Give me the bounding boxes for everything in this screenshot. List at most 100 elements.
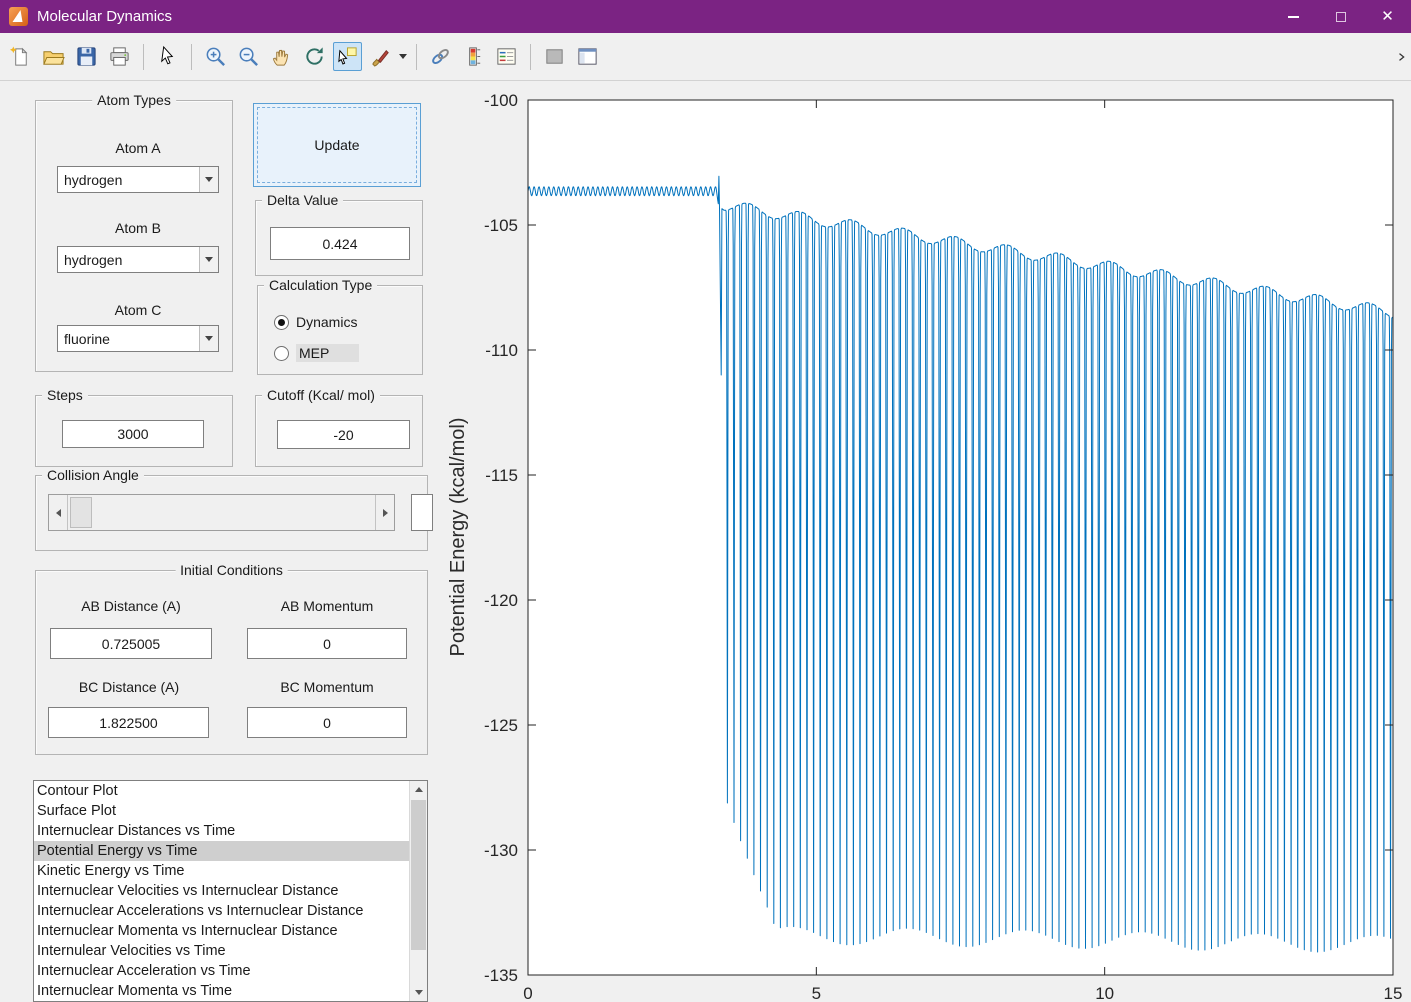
rotate-3d-button[interactable] xyxy=(300,42,329,71)
brush-dropdown-button[interactable] xyxy=(397,42,409,71)
list-item[interactable]: Internuclear Momenta vs Time xyxy=(34,981,427,1001)
list-item[interactable]: Surface Plot xyxy=(34,801,427,821)
bc-momentum-field[interactable]: 0 xyxy=(247,707,407,738)
figure-toolbar xyxy=(0,33,1411,81)
radio-button-icon xyxy=(274,314,289,330)
edit-cursor-icon xyxy=(161,45,174,65)
atom-b-value: hydrogen xyxy=(64,251,123,268)
toolbar-separator xyxy=(191,43,192,70)
insert-colorbar-button[interactable] xyxy=(459,42,488,71)
bc-distance-field[interactable]: 1.822500 xyxy=(48,707,209,738)
list-item[interactable]: Internuclear Momenta vs Internuclear Dis… xyxy=(34,921,427,941)
data-cursor-button[interactable] xyxy=(333,42,362,71)
ab-distance-label: AB Distance (A) xyxy=(81,598,181,614)
list-item[interactable]: Internulear Velocities vs Time xyxy=(34,941,427,961)
minimize-button[interactable] xyxy=(1270,0,1317,33)
edit-plot-button[interactable] xyxy=(153,42,182,71)
brush-icon xyxy=(372,50,389,67)
slider-right-arrow-button[interactable] xyxy=(375,495,394,530)
collision-angle-title: Collision Angle xyxy=(42,467,144,483)
save-figure-button[interactable] xyxy=(72,42,101,71)
new-figure-button[interactable] xyxy=(6,42,35,71)
list-item[interactable]: Kinetic Energy vs Time xyxy=(34,861,427,881)
delta-value-title: Delta Value xyxy=(262,192,344,208)
ab-momentum-label: AB Momentum xyxy=(280,598,374,614)
print-figure-button[interactable] xyxy=(105,42,134,71)
zoom-in-button[interactable] xyxy=(201,42,230,71)
atom-c-dropdown-button[interactable] xyxy=(199,326,218,351)
zoom-in-icon xyxy=(206,47,225,66)
cutoff-field[interactable]: -20 xyxy=(277,420,410,449)
radio-mep[interactable]: MEP xyxy=(274,344,360,362)
slider-left-arrow-button[interactable] xyxy=(49,495,68,530)
hide-plot-tools-icon xyxy=(546,49,563,64)
plot-type-listbox[interactable]: Contour Plot Surface Plot Internuclear D… xyxy=(33,780,428,1002)
y-tick-label: -100 xyxy=(484,91,518,110)
list-item[interactable]: Internuclear Velocities vs Internuclear … xyxy=(34,881,427,901)
maximize-button[interactable] xyxy=(1317,0,1364,33)
radio-button-icon xyxy=(274,345,289,361)
zoom-out-button[interactable] xyxy=(234,42,263,71)
atom-c-dropdown[interactable]: fluorine xyxy=(57,325,219,352)
scroll-down-button[interactable] xyxy=(410,984,427,1001)
steps-field[interactable]: 3000 xyxy=(62,420,204,448)
show-plot-tools-button[interactable] xyxy=(573,42,602,71)
y-tick-label: -120 xyxy=(484,591,518,610)
scroll-up-button[interactable] xyxy=(410,781,427,798)
link-plot-button[interactable] xyxy=(426,42,455,71)
atom-a-dropdown[interactable]: hydrogen xyxy=(57,166,219,193)
brush-data-button[interactable] xyxy=(366,42,395,71)
toolbar-separator xyxy=(530,43,531,70)
toolbar-separator xyxy=(416,43,417,70)
scrollbar-thumb[interactable] xyxy=(411,800,426,950)
ab-momentum-field[interactable]: 0 xyxy=(247,628,407,659)
atom-a-dropdown-button[interactable] xyxy=(199,167,218,192)
plot-canvas[interactable]: Potential Energy (kcal/mol) 0 5 10 15 -135 -1… xyxy=(440,85,1411,1002)
radio-dynamics-label: Dynamics xyxy=(296,314,358,330)
ab-distance-field[interactable]: 0.725005 xyxy=(50,628,212,659)
hide-plot-tools-button[interactable] xyxy=(540,42,569,71)
molecular-dynamics-window: { "window": { "title": "Molecular Dynami… xyxy=(0,0,1411,1002)
toolbar-overflow-button[interactable] xyxy=(1395,42,1409,71)
atom-b-dropdown-button[interactable] xyxy=(199,247,218,272)
slider-thumb[interactable] xyxy=(70,497,92,528)
list-item[interactable]: Internuclear Distances vs Time xyxy=(34,821,427,841)
arrow-down-icon xyxy=(415,990,423,995)
titlebar[interactable]: Molecular Dynamics ✕ xyxy=(0,0,1411,33)
delta-value-field[interactable]: 0.424 xyxy=(270,227,410,260)
y-tick-label: -105 xyxy=(484,216,518,235)
bc-distance-label: BC Distance (A) xyxy=(78,679,180,695)
window-title: Molecular Dynamics xyxy=(37,8,173,25)
toolbar-overflow-chevron-icon xyxy=(1399,52,1405,61)
slider-track[interactable] xyxy=(68,495,375,530)
list-item[interactable]: Internuclear Acceleration vs Time xyxy=(34,961,427,981)
x-tick-label: 5 xyxy=(812,984,821,1002)
collision-angle-field[interactable] xyxy=(411,494,433,531)
atom-b-dropdown[interactable]: hydrogen xyxy=(57,246,219,273)
collision-angle-slider[interactable] xyxy=(48,494,395,531)
chevron-down-icon xyxy=(399,54,407,59)
toolbar-separator xyxy=(143,43,144,70)
update-button[interactable]: Update xyxy=(253,103,421,187)
arrow-right-icon xyxy=(382,508,388,517)
x-tick-label: 10 xyxy=(1095,984,1114,1002)
open-file-button[interactable] xyxy=(39,42,68,71)
radio-dynamics[interactable]: Dynamics xyxy=(274,314,357,330)
list-item[interactable]: Contour Plot xyxy=(34,781,427,801)
maximize-icon xyxy=(1335,11,1346,22)
chevron-down-icon xyxy=(205,177,213,182)
show-plot-tools-icon xyxy=(578,48,597,65)
listbox-scrollbar[interactable] xyxy=(409,781,427,1001)
new-figure-icon xyxy=(9,46,28,66)
colorbar-icon xyxy=(469,47,481,66)
y-tick-label: -115 xyxy=(485,466,518,485)
insert-legend-button[interactable] xyxy=(492,42,521,71)
axes-background xyxy=(528,100,1393,975)
close-button[interactable]: ✕ xyxy=(1364,0,1411,33)
initial-conditions-title: Initial Conditions xyxy=(175,562,288,578)
list-item[interactable]: Potential Energy vs Time xyxy=(34,841,427,861)
pan-button[interactable] xyxy=(267,42,296,71)
list-item[interactable]: Internuclear Accelerations vs Internucle… xyxy=(34,901,427,921)
chevron-down-icon xyxy=(205,257,213,262)
atom-a-value: hydrogen xyxy=(64,171,123,188)
